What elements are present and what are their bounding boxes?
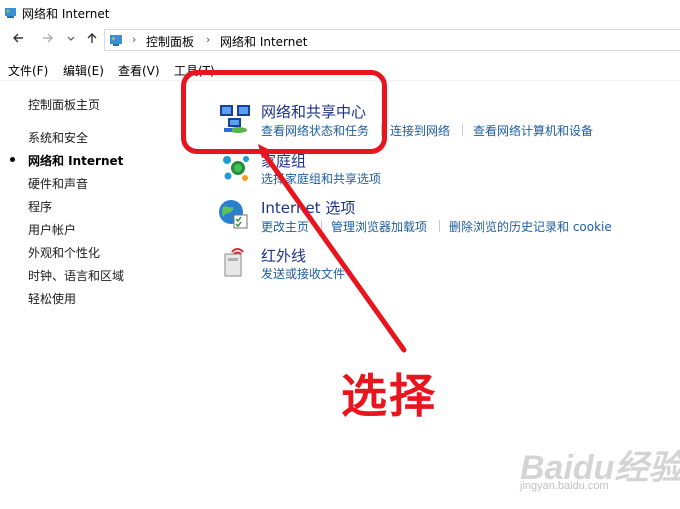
annotation-select-text: 选择 xyxy=(341,369,437,423)
annotation-arrow xyxy=(258,144,407,353)
watermark-url: jingyan.baidu.com xyxy=(520,480,609,492)
